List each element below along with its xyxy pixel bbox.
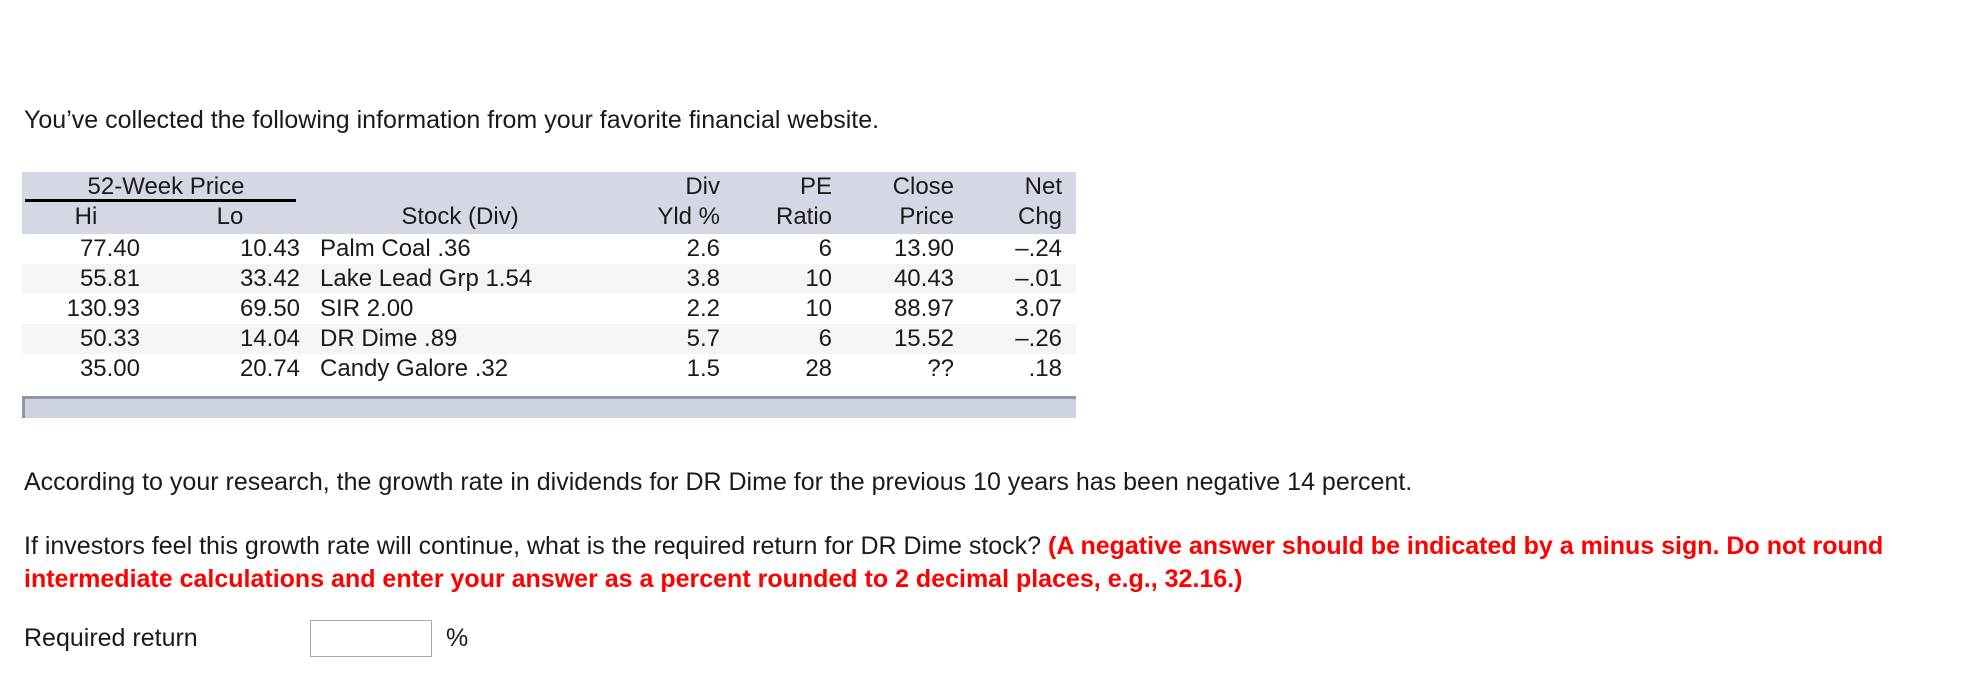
answer-row: Required return % bbox=[24, 618, 468, 658]
column-header-div-yld-line1: Div bbox=[610, 172, 731, 202]
table-row: 35.00 20.74 Candy Galore .32 1.5 28 ?? .… bbox=[22, 354, 1077, 384]
cell-lo: 33.42 bbox=[150, 264, 311, 294]
cell-close: 13.90 bbox=[842, 234, 965, 264]
stock-quote-table: 52-Week Price Div PE Close Net Hi Lo Sto… bbox=[22, 172, 1077, 384]
cell-div-yld: 1.5 bbox=[610, 354, 731, 384]
table-header-row-2: Hi Lo Stock (Div) Yld % Ratio Price Chg bbox=[22, 202, 1077, 234]
cell-stock: Palm Coal .36 bbox=[310, 234, 611, 264]
cell-stock: SIR 2.00 bbox=[310, 294, 611, 324]
column-header-pe-ratio-line1: PE bbox=[730, 172, 843, 202]
column-header-net-chg: Chg bbox=[964, 202, 1077, 234]
required-return-label: Required return bbox=[24, 624, 198, 652]
cell-div-yld: 5.7 bbox=[610, 324, 731, 354]
cell-close: 88.97 bbox=[842, 294, 965, 324]
cell-hi: 130.93 bbox=[22, 294, 150, 324]
cell-net: .18 bbox=[964, 354, 1077, 384]
column-header-stock-div: Stock (Div) bbox=[310, 202, 611, 234]
cell-net: –.26 bbox=[964, 324, 1077, 354]
column-group-header-label: 52-Week Price bbox=[87, 173, 245, 200]
table-row: 77.40 10.43 Palm Coal .36 2.6 6 13.90 –.… bbox=[22, 234, 1077, 264]
question-paragraph: If investors feel this growth rate will … bbox=[24, 530, 1954, 596]
cell-close: 40.43 bbox=[842, 264, 965, 294]
cell-div-yld: 3.8 bbox=[610, 264, 731, 294]
column-header-lo: Lo bbox=[150, 202, 311, 234]
cell-div-yld: 2.2 bbox=[610, 294, 731, 324]
cell-close: ?? bbox=[842, 354, 965, 384]
cell-hi: 35.00 bbox=[22, 354, 150, 384]
cell-hi: 55.81 bbox=[22, 264, 150, 294]
intro-sentence: You’ve collected the following informati… bbox=[24, 106, 880, 134]
cell-lo: 20.74 bbox=[150, 354, 311, 384]
cell-hi: 50.33 bbox=[22, 324, 150, 354]
cell-stock: DR Dime .89 bbox=[310, 324, 611, 354]
column-header-div-yld-pct: Yld % bbox=[610, 202, 731, 234]
cell-pe: 6 bbox=[730, 234, 843, 264]
table-body: 77.40 10.43 Palm Coal .36 2.6 6 13.90 –.… bbox=[22, 234, 1077, 384]
stock-quote-table-container: 52-Week Price Div PE Close Net Hi Lo Sto… bbox=[22, 172, 1077, 384]
table-header-row-1: 52-Week Price Div PE Close Net bbox=[22, 172, 1077, 202]
table-head: 52-Week Price Div PE Close Net Hi Lo Sto… bbox=[22, 172, 1077, 234]
cell-pe: 6 bbox=[730, 324, 843, 354]
cell-lo: 10.43 bbox=[150, 234, 311, 264]
cell-hi: 77.40 bbox=[22, 234, 150, 264]
cell-stock: Lake Lead Grp 1.54 bbox=[310, 264, 611, 294]
problem-page: You’ve collected the following informati… bbox=[0, 0, 1970, 698]
cell-pe: 28 bbox=[730, 354, 843, 384]
cell-lo: 69.50 bbox=[150, 294, 311, 324]
cell-close: 15.52 bbox=[842, 324, 965, 354]
cell-div-yld: 2.6 bbox=[610, 234, 731, 264]
cell-stock: Candy Galore .32 bbox=[310, 354, 611, 384]
required-return-input[interactable] bbox=[310, 619, 432, 657]
table-row: 55.81 33.42 Lake Lead Grp 1.54 3.8 10 40… bbox=[22, 264, 1077, 294]
cell-net: –.24 bbox=[964, 234, 1077, 264]
column-header-net-chg-line1: Net bbox=[964, 172, 1077, 202]
cell-pe: 10 bbox=[730, 294, 843, 324]
research-paragraph: According to your research, the growth r… bbox=[24, 468, 1413, 496]
column-header-stock-line1 bbox=[310, 172, 611, 202]
column-group-header-52-week-price: 52-Week Price bbox=[22, 172, 311, 202]
column-header-pe-ratio: Ratio bbox=[730, 202, 843, 234]
question-text: If investors feel this growth rate will … bbox=[24, 532, 1042, 560]
table-horizontal-scrollbar[interactable] bbox=[22, 396, 1076, 418]
column-group-rule bbox=[25, 199, 297, 202]
column-header-close-price-line1: Close bbox=[842, 172, 965, 202]
column-header-close-price: Price bbox=[842, 202, 965, 234]
cell-net: –.01 bbox=[964, 264, 1077, 294]
cell-lo: 14.04 bbox=[150, 324, 311, 354]
cell-net: 3.07 bbox=[964, 294, 1077, 324]
table-row: 130.93 69.50 SIR 2.00 2.2 10 88.97 3.07 bbox=[22, 294, 1077, 324]
percent-unit-label: % bbox=[446, 623, 469, 652]
cell-pe: 10 bbox=[730, 264, 843, 294]
column-header-hi: Hi bbox=[22, 202, 150, 234]
table-row: 50.33 14.04 DR Dime .89 5.7 6 15.52 –.26 bbox=[22, 324, 1077, 354]
